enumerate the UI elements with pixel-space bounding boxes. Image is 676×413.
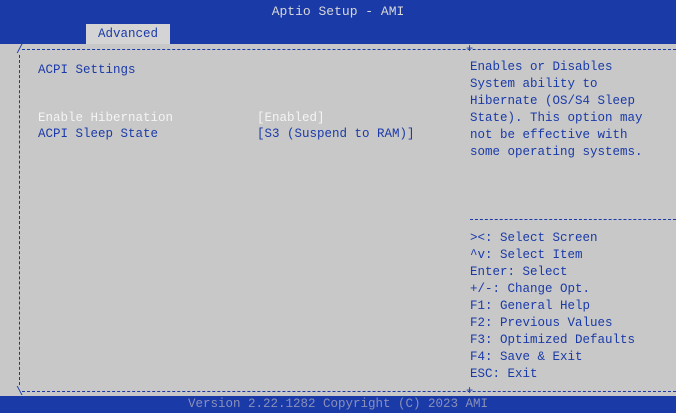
setting-enable-hibernation-value[interactable]: [Enabled] (257, 110, 325, 126)
key-help-change-opt: +/-: Change Opt. (470, 282, 591, 296)
key-help-enter: Enter: Select (470, 265, 568, 279)
key-help-f4: F4: Save & Exit (470, 350, 583, 364)
help-description-line: System ability to (470, 77, 598, 91)
help-description-line: some operating systems. (470, 145, 643, 159)
setting-acpi-sleep-state-label[interactable]: ACPI Sleep State (38, 126, 158, 142)
frame-corner-top-left: / (16, 43, 24, 57)
setting-enable-hibernation-label[interactable]: Enable Hibernation (38, 110, 173, 126)
key-help-select-item: ^v: Select Item (470, 248, 583, 262)
help-description-line: State). This option may (470, 111, 643, 125)
key-help-esc: ESC: Exit (470, 367, 538, 381)
key-help-select-screen: ><: Select Screen (470, 231, 598, 245)
app-title: Aptio Setup - AMI (271, 4, 405, 19)
key-help-f2: F2: Previous Values (470, 316, 613, 330)
help-separator (470, 219, 676, 220)
setting-acpi-sleep-state-value[interactable]: [S3 (Suspend to RAM)] (257, 126, 415, 142)
help-description-line: not be effective with (470, 128, 628, 142)
frame-divider-top: + (466, 42, 474, 56)
frame-left-border (19, 55, 20, 385)
version-text: Version 2.22.1282 Copyright (C) 2023 AMI (187, 397, 489, 411)
frame-top-border (22, 49, 676, 50)
key-help-f3: F3: Optimized Defaults (470, 333, 636, 347)
frame-bottom-border (22, 391, 676, 392)
help-description-line: Enables or Disables (470, 60, 613, 74)
help-description-line: Hibernate (OS/S4 Sleep (470, 94, 636, 108)
section-title: ACPI Settings (38, 63, 136, 77)
tab-advanced[interactable]: Advanced (86, 24, 170, 44)
key-help-f1: F1: General Help (470, 299, 591, 313)
